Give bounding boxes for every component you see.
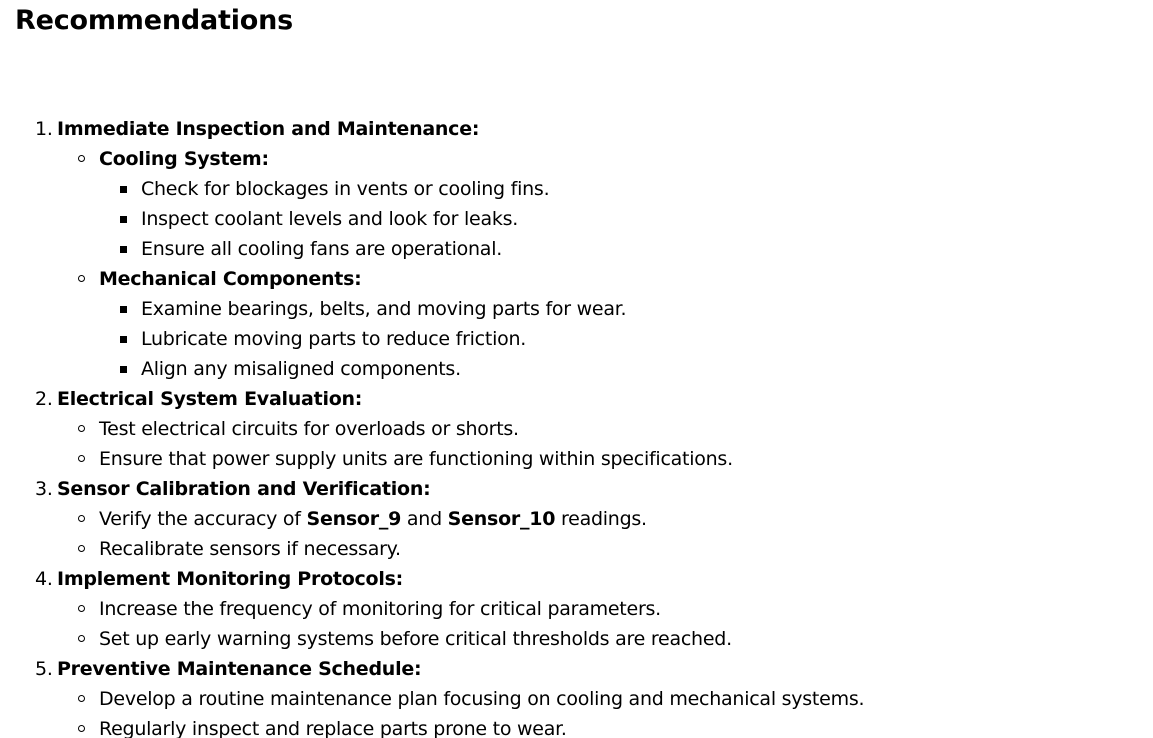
sub-list-item: Set up early warning systems before crit… bbox=[77, 624, 864, 654]
item-title: Implement Monitoring Protocols: bbox=[57, 568, 404, 590]
list-item: 5. Preventive Maintenance Schedule: Deve… bbox=[35, 654, 865, 738]
detail-item: Lubricate moving parts to reduce frictio… bbox=[119, 324, 864, 354]
detail-item: Align any misaligned components. bbox=[119, 354, 864, 384]
detail-item: Check for blockages in vents or cooling … bbox=[119, 174, 864, 204]
detail-item: Inspect coolant levels and look for leak… bbox=[119, 204, 864, 234]
sub-list: Verify the accuracy of Sensor_9 and Sens… bbox=[57, 504, 864, 564]
verify-text-after: readings. bbox=[555, 508, 647, 530]
sub-list: Increase the frequency of monitoring for… bbox=[57, 594, 864, 654]
sub-list-item: Recalibrate sensors if necessary. bbox=[77, 534, 864, 564]
sub-list-item: Mechanical Components: Examine bearings,… bbox=[77, 264, 864, 384]
sub-list-item: Cooling System: Check for blockages in v… bbox=[77, 144, 864, 264]
recommendations-list: 1. Immediate Inspection and Maintenance:… bbox=[0, 114, 865, 738]
item-title: Sensor Calibration and Verification: bbox=[57, 478, 431, 500]
sub-list: Test electrical circuits for overloads o… bbox=[57, 414, 864, 474]
detail-item: Ensure all cooling fans are operational. bbox=[119, 234, 864, 264]
list-item: 3. Sensor Calibration and Verification: … bbox=[35, 474, 864, 564]
sub-list: Develop a routine maintenance plan focus… bbox=[57, 684, 865, 738]
detail-list: Check for blockages in vents or cooling … bbox=[99, 174, 864, 264]
item-title: Electrical System Evaluation: bbox=[57, 388, 363, 410]
sub-list-item: Verify the accuracy of Sensor_9 and Sens… bbox=[77, 504, 864, 534]
item-number: 2. bbox=[35, 388, 53, 410]
list-item: 2. Electrical System Evaluation: Test el… bbox=[35, 384, 864, 474]
sub-list-item: Develop a routine maintenance plan focus… bbox=[77, 684, 865, 714]
sensor-name: Sensor_10 bbox=[447, 508, 556, 530]
group-title: Mechanical Components: bbox=[99, 268, 362, 290]
verify-text-before: Verify the accuracy of bbox=[99, 508, 307, 530]
group-title: Cooling System: bbox=[99, 148, 269, 170]
item-number: 4. bbox=[35, 568, 53, 590]
list-item: 1. Immediate Inspection and Maintenance:… bbox=[35, 114, 864, 384]
item-number: 1. bbox=[35, 118, 53, 140]
sub-list-item: Regularly inspect and replace parts pron… bbox=[77, 714, 864, 738]
item-title: Immediate Inspection and Maintenance: bbox=[57, 118, 480, 140]
sub-list-item: Test electrical circuits for overloads o… bbox=[77, 414, 864, 444]
list-item: 4. Implement Monitoring Protocols: Incre… bbox=[35, 564, 864, 654]
sub-list-item: Increase the frequency of monitoring for… bbox=[77, 594, 864, 624]
detail-item: Examine bearings, belts, and moving part… bbox=[119, 294, 864, 324]
document-page: Recommendations 1. Immediate Inspection … bbox=[0, 0, 1153, 738]
item-number: 3. bbox=[35, 478, 53, 500]
sensor-name: Sensor_9 bbox=[306, 508, 402, 530]
detail-list: Examine bearings, belts, and moving part… bbox=[99, 294, 864, 384]
sub-list: Cooling System: Check for blockages in v… bbox=[57, 144, 864, 384]
item-number: 5. bbox=[35, 658, 53, 680]
sub-list-item: Ensure that power supply units are funct… bbox=[77, 444, 864, 474]
item-title: Preventive Maintenance Schedule: bbox=[57, 658, 422, 680]
verify-text-middle: and bbox=[401, 508, 448, 530]
page-title: Recommendations bbox=[15, 5, 294, 36]
